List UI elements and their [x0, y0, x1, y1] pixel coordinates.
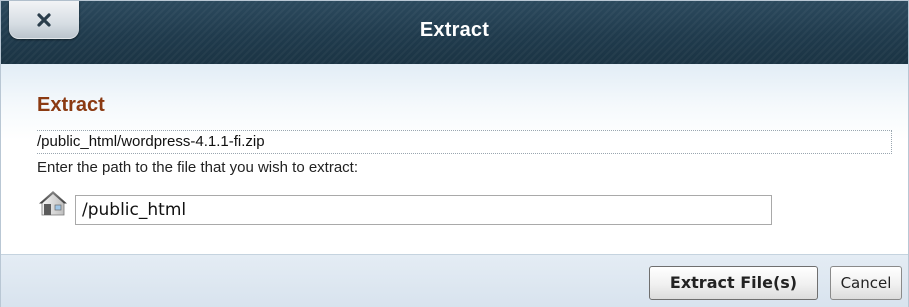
extract-files-button[interactable]: Extract File(s)	[649, 266, 818, 300]
dialog-title: Extract	[419, 19, 490, 41]
destination-path-input[interactable]	[75, 195, 772, 225]
destination-instruction: Enter the path to the file that you wish…	[37, 159, 359, 176]
dialog-body: Extract /public_html/wordpress-4.1.1-fi.…	[1, 64, 908, 254]
section-heading: Extract	[37, 94, 105, 116]
dialog-titlebar: Extract	[1, 1, 908, 64]
extract-dialog: Extract Extract /public_html/wordpress-4…	[0, 0, 909, 307]
source-file-path: /public_html/wordpress-4.1.1-fi.zip	[37, 130, 892, 154]
dialog-footer: Extract File(s) Cancel	[1, 254, 908, 307]
cancel-button[interactable]: Cancel	[830, 266, 902, 300]
home-icon[interactable]	[38, 188, 68, 218]
